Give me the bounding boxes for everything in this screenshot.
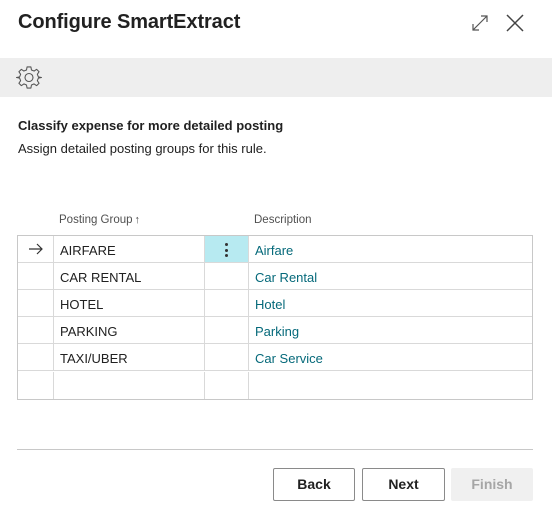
description-cell[interactable]: Car Service	[249, 344, 532, 370]
sort-ascending-icon: ↑	[134, 214, 141, 226]
description-cell[interactable]	[249, 372, 532, 399]
description-cell[interactable]: Hotel	[249, 290, 532, 316]
posting-group-cell[interactable]: TAXI/UBER	[54, 344, 205, 370]
table-row[interactable]: HOTEL Hotel	[18, 290, 532, 317]
posting-group-value: PARKING	[60, 324, 118, 339]
row-menu-cell[interactable]	[205, 263, 249, 289]
row-menu-cell[interactable]	[205, 372, 249, 399]
row-indicator[interactable]	[18, 236, 54, 262]
column-header-label: Posting Group	[59, 214, 133, 226]
description-link[interactable]: Car Rental	[255, 270, 317, 285]
description-link[interactable]: Car Service	[255, 351, 323, 366]
row-indicator[interactable]	[18, 317, 54, 343]
description-link[interactable]: Hotel	[255, 297, 285, 312]
description-cell[interactable]: Airfare	[249, 236, 532, 262]
table-row[interactable]: CAR RENTAL Car Rental	[18, 263, 532, 290]
action-bar	[0, 58, 552, 97]
row-menu-cell[interactable]	[205, 290, 249, 316]
row-menu-cell[interactable]	[205, 317, 249, 343]
description-cell[interactable]: Car Rental	[249, 263, 532, 289]
posting-group-value: CAR RENTAL	[60, 270, 142, 285]
section-description: Assign detailed posting groups for this …	[18, 141, 267, 156]
close-icon[interactable]	[505, 13, 525, 33]
row-menu-cell[interactable]	[205, 344, 249, 370]
dialog-title: Configure SmartExtract	[18, 11, 241, 33]
row-indicator[interactable]	[18, 344, 54, 370]
column-header-description[interactable]: Description	[254, 214, 312, 226]
posting-group-cell[interactable]: HOTEL	[54, 290, 205, 316]
description-cell[interactable]: Parking	[249, 317, 532, 343]
current-row-arrow-icon	[29, 243, 43, 255]
gear-icon[interactable]	[15, 65, 42, 91]
column-header-posting-group[interactable]: Posting Group ↑	[59, 214, 140, 226]
next-button[interactable]: Next	[362, 468, 445, 501]
posting-group-value: AIRFARE	[60, 243, 116, 258]
footer-divider	[17, 449, 533, 450]
row-menu-cell[interactable]	[205, 236, 249, 262]
row-indicator[interactable]	[18, 290, 54, 316]
more-options-icon[interactable]	[225, 242, 229, 258]
row-indicator[interactable]	[18, 372, 54, 399]
posting-group-cell[interactable]	[54, 372, 205, 399]
section-heading: Classify expense for more detailed posti…	[18, 118, 284, 133]
posting-group-cell[interactable]: CAR RENTAL	[54, 263, 205, 289]
posting-group-cell[interactable]: PARKING	[54, 317, 205, 343]
expand-icon[interactable]	[470, 13, 490, 33]
back-button[interactable]: Back	[273, 468, 355, 501]
description-link[interactable]: Parking	[255, 324, 299, 339]
posting-group-value: TAXI/UBER	[60, 351, 128, 366]
posting-group-value: HOTEL	[60, 297, 104, 312]
table-row[interactable]: AIRFARE Airfare	[18, 236, 532, 263]
row-indicator[interactable]	[18, 263, 54, 289]
table-row[interactable]: TAXI/UBER Car Service	[18, 344, 532, 371]
description-link[interactable]: Airfare	[255, 243, 293, 258]
posting-group-cell[interactable]: AIRFARE	[54, 236, 205, 262]
configure-dialog: Configure SmartExtract Classify expense …	[0, 0, 552, 511]
table-row-empty[interactable]	[18, 372, 532, 399]
posting-group-grid: AIRFARE Airfare CAR RENTAL Car Rental HO…	[17, 235, 533, 400]
table-row[interactable]: PARKING Parking	[18, 317, 532, 344]
finish-button[interactable]: Finish	[451, 468, 533, 501]
